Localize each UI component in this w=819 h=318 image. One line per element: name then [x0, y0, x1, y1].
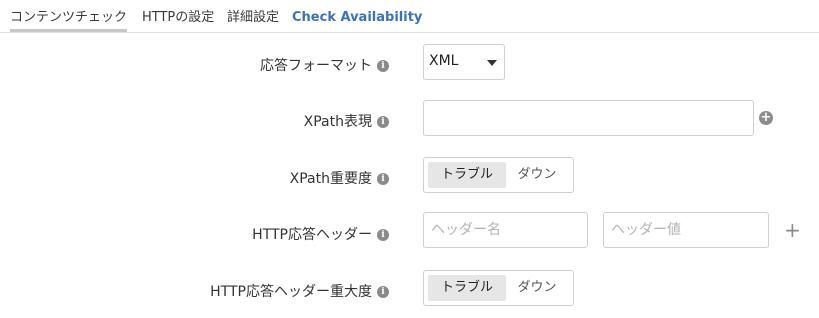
tab-http-settings[interactable]: HTTPの設定 [142, 10, 214, 26]
severity-trouble-option[interactable]: トラブル [428, 275, 506, 301]
plus-icon[interactable]: + [784, 220, 801, 240]
tab-advanced-settings[interactable]: 詳細設定 [227, 10, 279, 26]
http-header-severity-toggle: トラブル ダウン [423, 270, 574, 306]
tab-content-check[interactable]: コンテンツチェック [10, 10, 128, 32]
response-format-value: XML [429, 53, 459, 69]
plus-icon[interactable]: + [759, 111, 773, 125]
xpath-expression-label: XPath表現 [303, 114, 372, 130]
info-icon[interactable]: i [377, 229, 389, 241]
xpath-severity-toggle: トラブル ダウン [423, 157, 574, 193]
info-icon[interactable]: i [377, 286, 389, 298]
xpath-severity-label: XPath重要度 [289, 171, 372, 187]
severity-down-option[interactable]: ダウン [506, 275, 568, 301]
header-value-input[interactable] [603, 212, 769, 248]
header-name-input[interactable] [423, 212, 588, 248]
tab-check-availability[interactable]: Check Availability [292, 10, 422, 26]
response-format-label: 応答フォーマット [260, 58, 372, 74]
caret-down-icon [487, 60, 497, 66]
info-icon[interactable]: i [377, 60, 389, 72]
info-icon[interactable]: i [377, 116, 389, 128]
severity-trouble-option[interactable]: トラブル [428, 162, 506, 188]
severity-down-option[interactable]: ダウン [506, 162, 568, 188]
info-icon[interactable]: i [377, 173, 389, 185]
http-header-severity-label: HTTP応答ヘッダー重大度 [210, 284, 372, 300]
http-response-header-label: HTTP応答ヘッダー [252, 227, 372, 243]
tab-bar: コンテンツチェック HTTPの設定 詳細設定 Check Availabilit… [0, 0, 819, 33]
xpath-expression-input[interactable] [423, 100, 754, 136]
response-format-select[interactable]: XML [423, 44, 505, 80]
